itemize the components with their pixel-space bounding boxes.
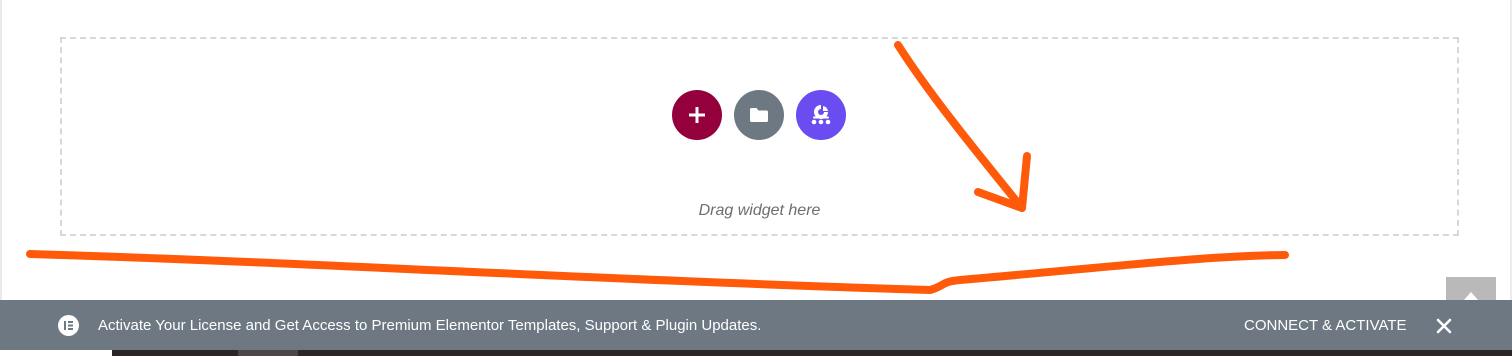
close-icon[interactable] [1436, 318, 1452, 334]
annotation-underline [26, 250, 1289, 295]
drag-widget-hint: Drag widget here [698, 202, 821, 219]
folder-icon [750, 108, 768, 122]
page-footer-dark [112, 350, 1512, 356]
ai-button[interactable] [796, 90, 846, 140]
editor-canvas: Drag widget here Activate Your License a… [0, 0, 1512, 356]
elementor-logo-icon [58, 315, 79, 336]
page-footer-accent [238, 350, 298, 356]
add-section-button[interactable] [672, 90, 722, 140]
drop-area-actions [672, 90, 846, 140]
connect-activate-button[interactable]: CONNECT & ACTIVATE [1244, 317, 1407, 334]
canvas-left-border [0, 0, 2, 300]
license-notice-bar: Activate Your License and Get Access to … [0, 300, 1512, 350]
plus-icon [689, 107, 705, 123]
ai-icon [811, 105, 831, 125]
template-library-button[interactable] [734, 90, 784, 140]
notice-message: Activate Your License and Get Access to … [98, 317, 762, 334]
